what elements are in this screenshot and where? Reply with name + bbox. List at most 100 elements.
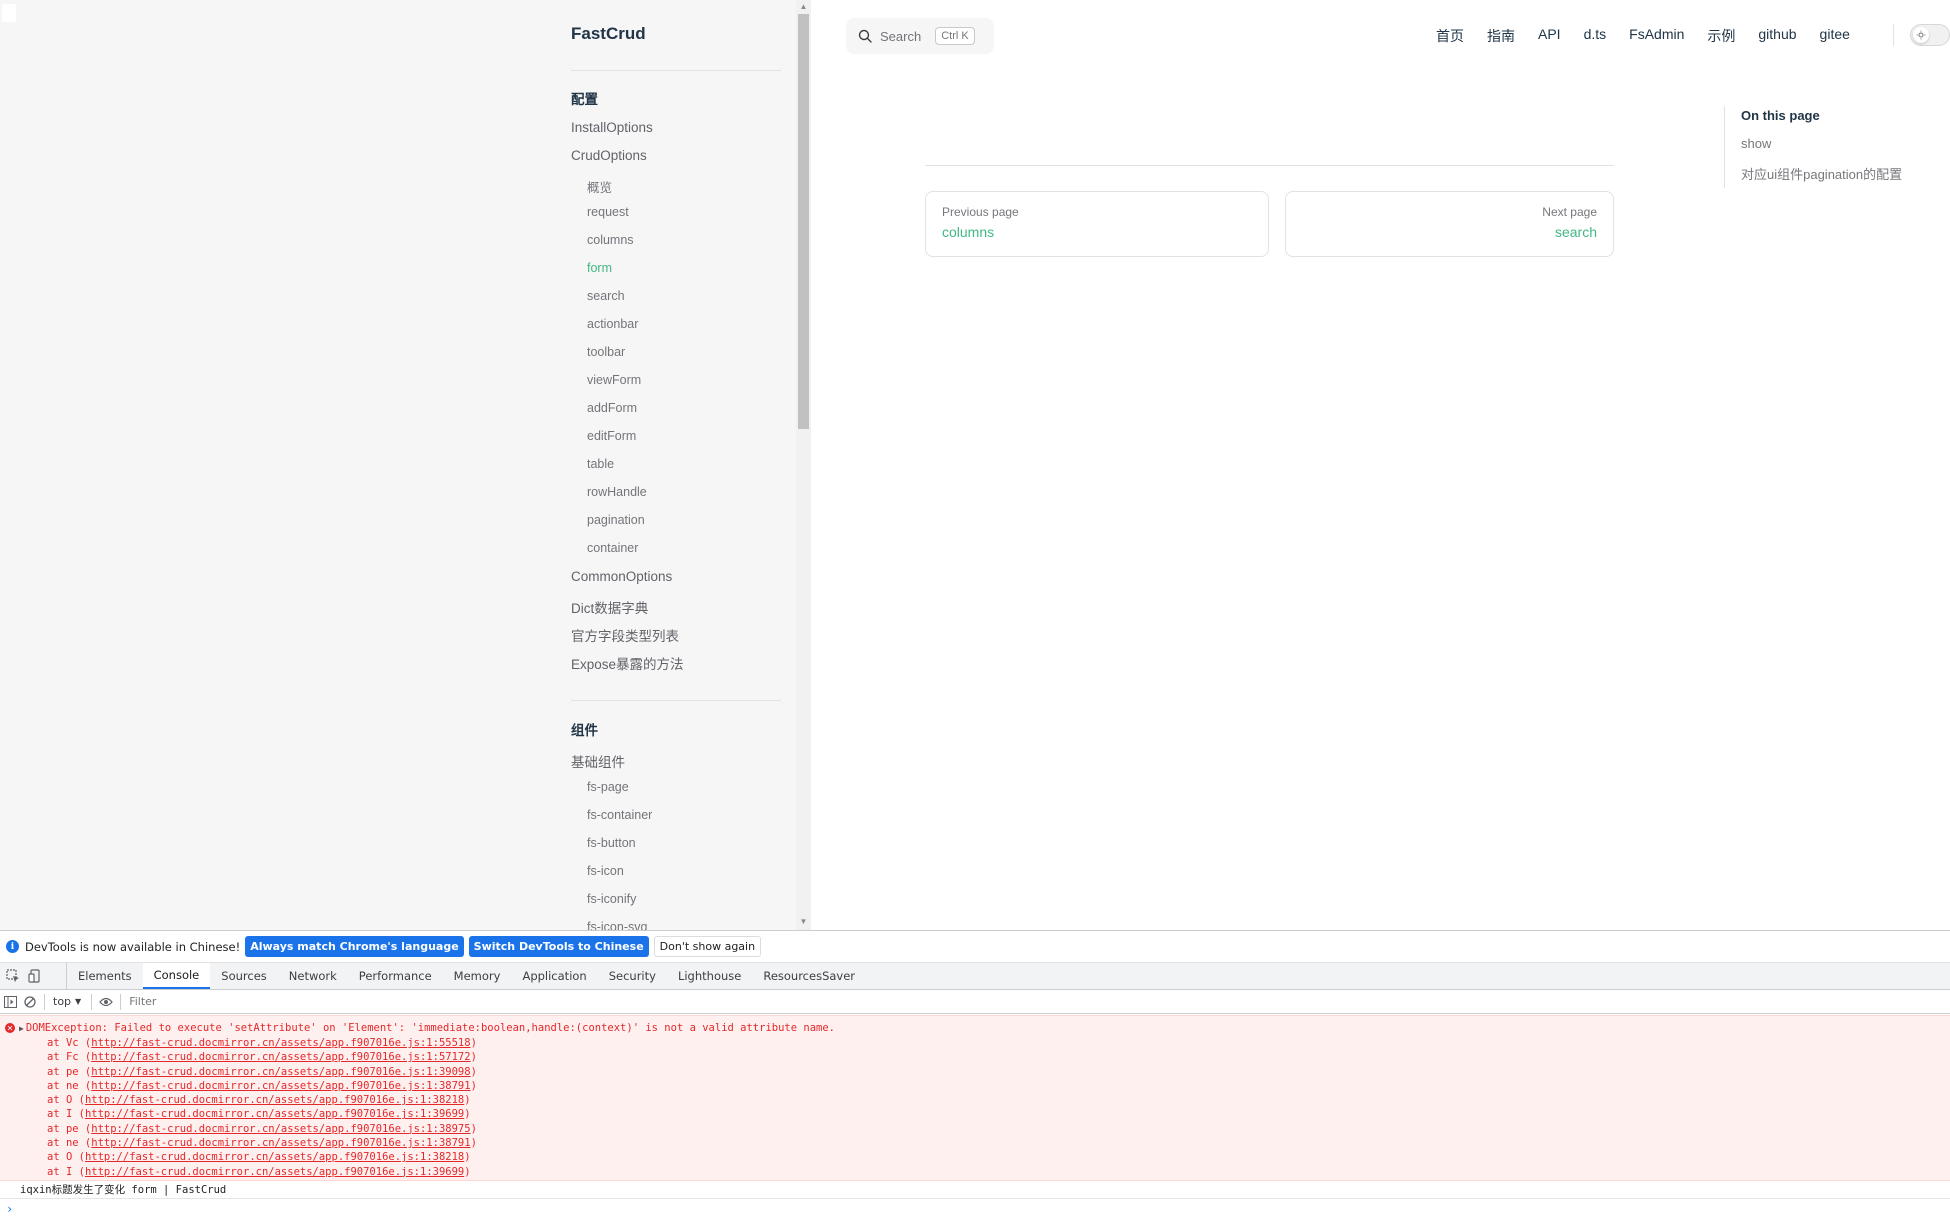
prev-page-desc: Previous page (942, 205, 1019, 219)
stack-frame: at Vc (http://fast-crud.docmirror.cn/ass… (47, 1037, 477, 1049)
stack-frame-link[interactable]: http://fast-crud.docmirror.cn/assets/app… (85, 1108, 464, 1120)
outline-title: On this page (1741, 108, 1820, 123)
sidebar-sub-rowhandle[interactable]: rowHandle (587, 485, 647, 499)
tab-elements[interactable]: Elements (67, 963, 143, 989)
sidebar-sub-pagination[interactable]: pagination (587, 513, 645, 527)
tab-security[interactable]: Security (598, 963, 667, 989)
outline-line (1724, 106, 1725, 188)
console-filter-input[interactable] (127, 991, 528, 1012)
sidebar-item-commonoptions[interactable]: CommonOptions (571, 569, 672, 584)
sidebar-item-field-types[interactable]: 官方字段类型列表 (571, 625, 679, 645)
sidebar-sub-fs-page[interactable]: fs-page (587, 780, 629, 794)
tab-lighthouse[interactable]: Lighthouse (667, 963, 752, 989)
nav-fsadmin[interactable]: FsAdmin (1629, 26, 1684, 46)
console-prompt[interactable]: › (6, 1202, 13, 1216)
stack-frame: at O (http://fast-crud.docmirror.cn/asse… (47, 1151, 471, 1164)
sidebar-sub-toolbar[interactable]: toolbar (587, 345, 625, 359)
toolbar-separator (91, 993, 93, 1010)
sidebar-sub-fs-icon-svg[interactable]: fs-icon-svg (587, 920, 647, 930)
sidebar-sub-fs-iconify[interactable]: fs-iconify (587, 892, 636, 906)
sidebar-scroll-thumb[interactable] (798, 14, 809, 429)
theme-toggle[interactable] (1910, 24, 1950, 46)
inspect-element-icon[interactable] (6, 969, 20, 983)
stack-frame-link[interactable]: http://fast-crud.docmirror.cn/assets/app… (85, 1166, 464, 1178)
sidebar-toggle-icon[interactable] (0, 990, 20, 1013)
nav-dts[interactable]: d.ts (1584, 26, 1607, 46)
tab-resourcessaver[interactable]: ResourcesSaver (752, 963, 866, 989)
sidebar-group-config: 配置 (571, 92, 598, 107)
sidebar-item-installoptions[interactable]: InstallOptions (571, 120, 653, 135)
nav-api[interactable]: API (1538, 26, 1561, 46)
sidebar-item-crudoptions[interactable]: CrudOptions (571, 148, 647, 163)
error-icon: ✕ (5, 1023, 15, 1033)
sidebar-sub-overview[interactable]: 概览 (587, 177, 612, 196)
sidebar-item-expose[interactable]: Expose暴露的方法 (571, 653, 684, 673)
sidebar-sub-addform[interactable]: addForm (587, 401, 637, 415)
devtools-tool-icons (0, 963, 67, 989)
dont-show-again-button[interactable]: Don't show again (653, 936, 762, 957)
sidebar-sub-fs-icon[interactable]: fs-icon (587, 864, 624, 878)
nav-examples[interactable]: 示例 (1707, 26, 1735, 46)
nav-gitee[interactable]: gitee (1820, 26, 1850, 46)
sidebar-sub-search[interactable]: search (587, 289, 625, 303)
scroll-up-arrow-icon[interactable]: ▲ (798, 2, 809, 12)
next-page-link[interactable]: Next page search (1285, 191, 1614, 257)
stack-frame-link[interactable]: http://fast-crud.docmirror.cn/assets/app… (85, 1094, 464, 1106)
expand-triangle-icon[interactable]: ▶ (19, 1024, 24, 1033)
sidebar-sub-fs-container[interactable]: fs-container (587, 808, 652, 822)
stack-frame-link[interactable]: http://fast-crud.docmirror.cn/assets/app… (91, 1066, 470, 1078)
tab-network[interactable]: Network (278, 963, 348, 989)
always-match-language-button[interactable]: Always match Chrome's language (245, 936, 464, 957)
stack-frame-link[interactable]: http://fast-crud.docmirror.cn/assets/app… (91, 1037, 470, 1049)
sidebar-sub-form-active[interactable]: form (587, 261, 612, 275)
sidebar-sub-editform[interactable]: editForm (587, 429, 636, 443)
sidebar-sub-viewform[interactable]: viewForm (587, 373, 641, 387)
prev-page-title: columns (942, 224, 995, 240)
site-brand[interactable]: FastCrud (571, 24, 646, 44)
sidebar-sub-fs-button[interactable]: fs-button (587, 836, 636, 850)
console-error-message: ✕ ▶ DOMException: Failed to execute 'set… (0, 1015, 1950, 1181)
live-expression-eye-icon[interactable] (96, 990, 116, 1013)
stack-frame: at ne (http://fast-crud.docmirror.cn/ass… (47, 1137, 477, 1150)
stack-frame-link[interactable]: http://fast-crud.docmirror.cn/assets/app… (91, 1137, 470, 1149)
device-toolbar-icon[interactable] (28, 969, 42, 983)
devtools-infobar: i DevTools is now available in Chinese! … (0, 931, 1950, 963)
sidebar-divider (571, 70, 781, 71)
switch-to-chinese-button[interactable]: Switch DevTools to Chinese (468, 936, 649, 957)
sidebar-sub-table[interactable]: table (587, 457, 614, 471)
sidebar-sub-actionbar[interactable]: actionbar (587, 317, 638, 331)
tab-console[interactable]: Console (142, 963, 211, 989)
toolbar-separator (44, 993, 45, 1010)
search-button[interactable]: Search Ctrl K (846, 18, 994, 54)
corner-tab-icon (2, 4, 16, 22)
context-selector[interactable]: top ▼ (49, 995, 87, 1008)
sidebar-sub-columns[interactable]: columns (587, 233, 634, 247)
console-log-line: iqxin标题发生了变化 form | FastCrud (0, 1182, 1950, 1199)
outline-link-show[interactable]: show (1741, 136, 1771, 151)
clear-console-icon[interactable] (20, 990, 40, 1013)
nav-guide[interactable]: 指南 (1487, 26, 1515, 46)
outline-link-pagination[interactable]: 对应ui组件pagination的配置 (1741, 164, 1902, 183)
stack-frame-link[interactable]: http://fast-crud.docmirror.cn/assets/app… (91, 1080, 470, 1092)
nav-home[interactable]: 首页 (1436, 26, 1464, 46)
scroll-down-arrow-icon[interactable]: ▼ (798, 917, 809, 927)
sidebar-sub-container[interactable]: container (587, 541, 638, 555)
previous-page-link[interactable]: Previous page columns (925, 191, 1269, 257)
stack-frame: at I (http://fast-crud.docmirror.cn/asse… (47, 1108, 471, 1121)
tab-sources[interactable]: Sources (210, 963, 278, 989)
error-header: ✕ ▶ DOMException: Failed to execute 'set… (5, 1022, 835, 1034)
sidebar-item-dict[interactable]: Dict数据字典 (571, 597, 648, 617)
tab-performance[interactable]: Performance (348, 963, 443, 989)
sidebar-sub-request[interactable]: request (587, 205, 629, 219)
tab-memory[interactable]: Memory (443, 963, 512, 989)
sidebar-divider (571, 700, 781, 701)
stack-frame-link[interactable]: http://fast-crud.docmirror.cn/assets/app… (91, 1051, 470, 1063)
stack-frame-link[interactable]: http://fast-crud.docmirror.cn/assets/app… (85, 1151, 464, 1163)
docs-page: FastCrud 配置 InstallOptions CrudOptions 概… (0, 0, 1950, 930)
tab-application[interactable]: Application (511, 963, 597, 989)
search-label: Search (880, 28, 922, 44)
stack-frame-link[interactable]: http://fast-crud.docmirror.cn/assets/app… (91, 1123, 470, 1135)
nav-github[interactable]: github (1758, 26, 1796, 46)
sidebar-item-basic-components[interactable]: 基础组件 (571, 751, 625, 771)
stack-frame: at ne (http://fast-crud.docmirror.cn/ass… (47, 1079, 477, 1092)
